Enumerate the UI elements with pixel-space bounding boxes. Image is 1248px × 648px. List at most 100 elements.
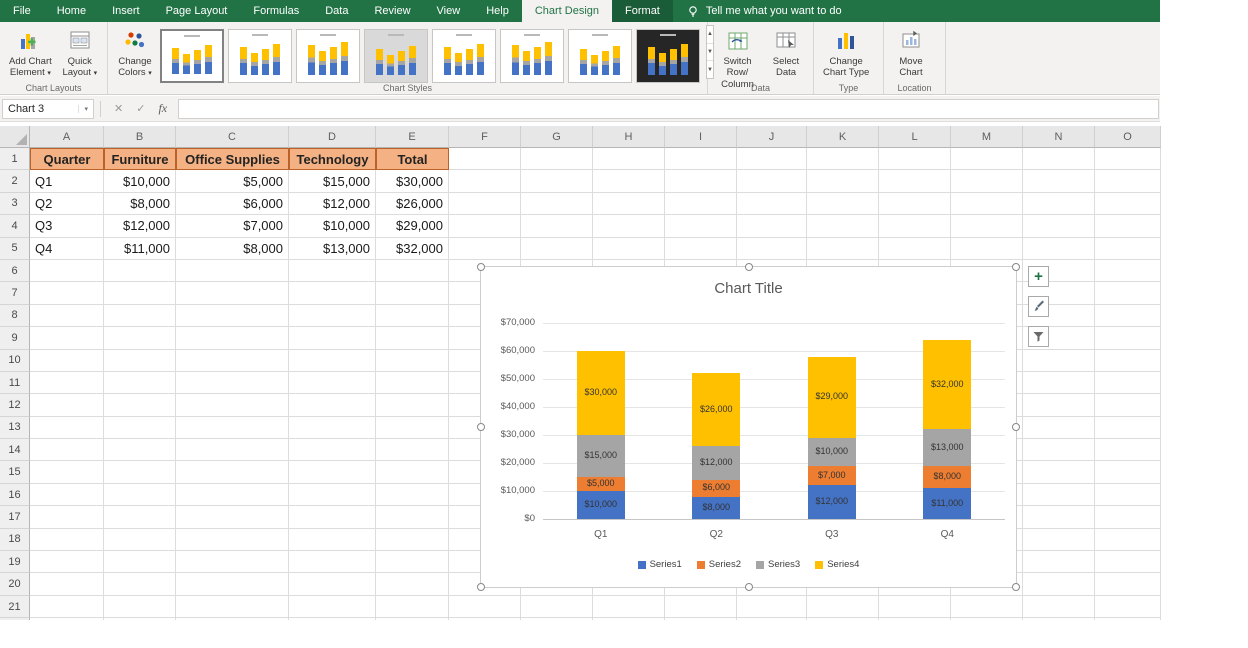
cell-C21[interactable] (176, 596, 289, 618)
cell-C8[interactable] (176, 305, 289, 327)
cell-D17[interactable] (289, 506, 376, 528)
cell-B13[interactable] (104, 417, 176, 439)
cell-M22[interactable] (951, 618, 1023, 620)
cell-B14[interactable] (104, 439, 176, 461)
cell-A5[interactable]: Q4 (30, 238, 104, 260)
tell-me-box[interactable]: Tell me what you want to do (673, 0, 856, 22)
cell-I2[interactable] (665, 170, 737, 192)
cell-D7[interactable] (289, 282, 376, 304)
chart-resize-handle[interactable] (477, 263, 485, 271)
column-header-D[interactable]: D (289, 126, 376, 148)
cell-E16[interactable] (376, 484, 449, 506)
cell-O18[interactable] (1095, 529, 1161, 551)
add-chart-element-button[interactable]: Add Chart Element ▾ (4, 25, 57, 79)
cell-E3[interactable]: $26,000 (376, 193, 449, 215)
cell-O13[interactable] (1095, 417, 1161, 439)
cell-N20[interactable] (1023, 573, 1095, 595)
cell-H22[interactable] (593, 618, 665, 620)
cell-M2[interactable] (951, 170, 1023, 192)
cell-E10[interactable] (376, 350, 449, 372)
cell-I4[interactable] (665, 215, 737, 237)
cell-D10[interactable] (289, 350, 376, 372)
cell-H5[interactable] (593, 238, 665, 260)
cell-O20[interactable] (1095, 573, 1161, 595)
cell-A7[interactable] (30, 282, 104, 304)
chart-style-thumbnail-7[interactable] (568, 29, 632, 83)
cell-B6[interactable] (104, 260, 176, 282)
cell-O6[interactable] (1095, 260, 1161, 282)
cell-D3[interactable]: $12,000 (289, 193, 376, 215)
cell-N1[interactable] (1023, 148, 1095, 170)
cell-A13[interactable] (30, 417, 104, 439)
cell-C18[interactable] (176, 529, 289, 551)
cell-D4[interactable]: $10,000 (289, 215, 376, 237)
cell-J4[interactable] (737, 215, 807, 237)
cell-A20[interactable] (30, 573, 104, 595)
column-header-E[interactable]: E (376, 126, 449, 148)
insert-function-icon[interactable]: fx (158, 101, 167, 116)
cell-D15[interactable] (289, 461, 376, 483)
cell-J21[interactable] (737, 596, 807, 618)
cell-J1[interactable] (737, 148, 807, 170)
cell-B7[interactable] (104, 282, 176, 304)
chart-resize-handle[interactable] (477, 423, 485, 431)
cell-B5[interactable]: $11,000 (104, 238, 176, 260)
cell-A19[interactable] (30, 551, 104, 573)
cell-C19[interactable] (176, 551, 289, 573)
cell-D5[interactable]: $13,000 (289, 238, 376, 260)
row-header-10[interactable]: 10 (0, 350, 30, 372)
cell-I5[interactable] (665, 238, 737, 260)
cell-J3[interactable] (737, 193, 807, 215)
cell-M5[interactable] (951, 238, 1023, 260)
cell-C22[interactable] (176, 618, 289, 620)
cell-H4[interactable] (593, 215, 665, 237)
row-header-11[interactable]: 11 (0, 372, 30, 394)
cell-E9[interactable] (376, 327, 449, 349)
cell-O17[interactable] (1095, 506, 1161, 528)
cell-E19[interactable] (376, 551, 449, 573)
switch-row-column-button[interactable]: Switch Row/ Column (712, 25, 763, 90)
cell-E11[interactable] (376, 372, 449, 394)
cell-F22[interactable] (449, 618, 521, 620)
cell-B12[interactable] (104, 394, 176, 416)
cell-B11[interactable] (104, 372, 176, 394)
cell-C6[interactable] (176, 260, 289, 282)
cell-M21[interactable] (951, 596, 1023, 618)
column-header-L[interactable]: L (879, 126, 951, 148)
cell-C2[interactable]: $5,000 (176, 170, 289, 192)
row-header-7[interactable]: 7 (0, 282, 30, 304)
cell-C15[interactable] (176, 461, 289, 483)
cell-I3[interactable] (665, 193, 737, 215)
embedded-chart[interactable]: Chart Title $0$10,000$20,000$30,000$40,0… (480, 266, 1017, 588)
row-header-8[interactable]: 8 (0, 305, 30, 327)
cell-A6[interactable] (30, 260, 104, 282)
tab-formulas[interactable]: Formulas (240, 0, 312, 22)
cell-A16[interactable] (30, 484, 104, 506)
cell-N19[interactable] (1023, 551, 1095, 573)
tab-home[interactable]: Home (44, 0, 99, 22)
column-header-I[interactable]: I (665, 126, 737, 148)
select-data-button[interactable]: Select Data (763, 25, 809, 79)
cell-N5[interactable] (1023, 238, 1095, 260)
cell-F2[interactable] (449, 170, 521, 192)
cell-D2[interactable]: $15,000 (289, 170, 376, 192)
cell-D13[interactable] (289, 417, 376, 439)
column-header-J[interactable]: J (737, 126, 807, 148)
cell-A9[interactable] (30, 327, 104, 349)
cell-A8[interactable] (30, 305, 104, 327)
cell-B1[interactable]: Furniture (104, 148, 176, 170)
cell-O21[interactable] (1095, 596, 1161, 618)
row-header-18[interactable]: 18 (0, 529, 30, 551)
cell-D19[interactable] (289, 551, 376, 573)
cell-L5[interactable] (879, 238, 951, 260)
cell-O9[interactable] (1095, 327, 1161, 349)
move-chart-button[interactable]: Move Chart (888, 25, 934, 79)
cell-I22[interactable] (665, 618, 737, 620)
row-header-9[interactable]: 9 (0, 327, 30, 349)
cell-A15[interactable] (30, 461, 104, 483)
chart-style-thumbnail-2[interactable] (228, 29, 292, 83)
cell-D1[interactable]: Technology (289, 148, 376, 170)
chart-style-thumbnail-8[interactable] (636, 29, 700, 83)
chart-title[interactable]: Chart Title (481, 280, 1016, 297)
cell-G3[interactable] (521, 193, 593, 215)
